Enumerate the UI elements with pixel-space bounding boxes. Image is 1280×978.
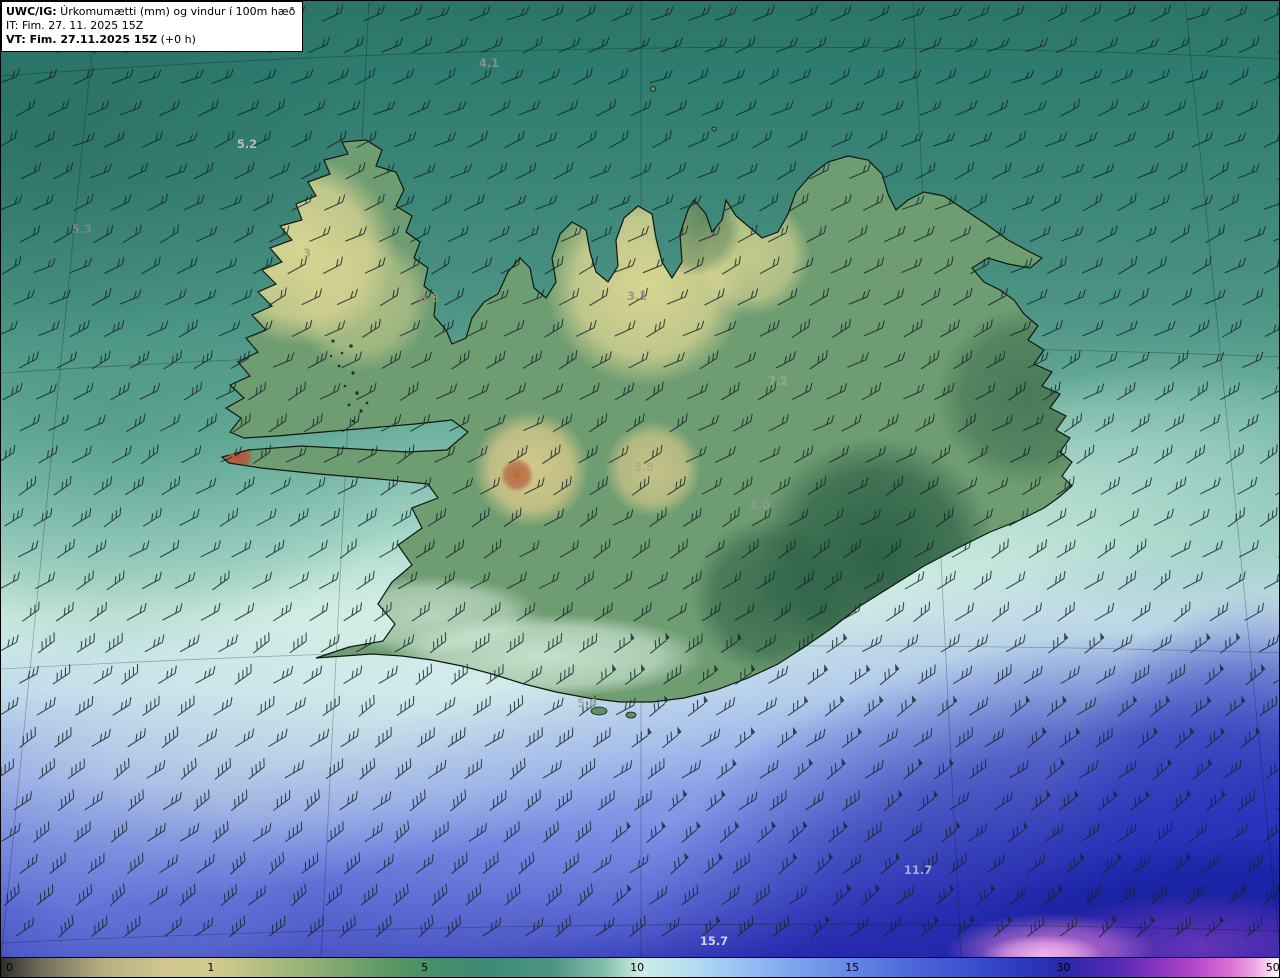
weather-map-frame: 4.1 5.2 5.3 3 6.3 3.1 4.2 7.2 2.7 3.5 3.8 4.0 5.6 11.…	[0, 0, 1280, 978]
model-name: UWC/IG:	[6, 5, 57, 18]
colorbar-tick-label: 30	[1056, 961, 1071, 974]
colorbar-tick-label: 10	[630, 961, 645, 974]
colorbar-tick-label: 50	[1265, 961, 1280, 974]
colorbar-tick-label: 15	[845, 961, 860, 974]
colorbar-tick-label: 0	[6, 961, 14, 974]
precipitation-colorbar: 0 1 5 10 15 30 50	[1, 957, 1280, 977]
valid-time: VT: Fim. 27.11.2025 15Z	[6, 33, 158, 46]
colorbar-tick-label: 5	[421, 961, 429, 974]
valid-time-offset: (+0 h)	[157, 33, 196, 46]
colorbar-tick-label: 1	[207, 961, 215, 974]
product-title: Úrkomumætti (mm) og vindur í 100m hæð	[56, 5, 296, 18]
valid-time-line: VT: Fim. 27.11.2025 15Z (+0 h)	[6, 33, 295, 47]
init-time: IT: Fim. 27. 11. 2025 15Z	[6, 19, 144, 32]
map-info-box: UWC/IG: Úrkomumætti (mm) og vindur í 100…	[1, 1, 304, 52]
product-title-line: UWC/IG: Úrkomumætti (mm) og vindur í 100…	[6, 5, 295, 19]
precipitation-wind-field	[1, 1, 1279, 959]
